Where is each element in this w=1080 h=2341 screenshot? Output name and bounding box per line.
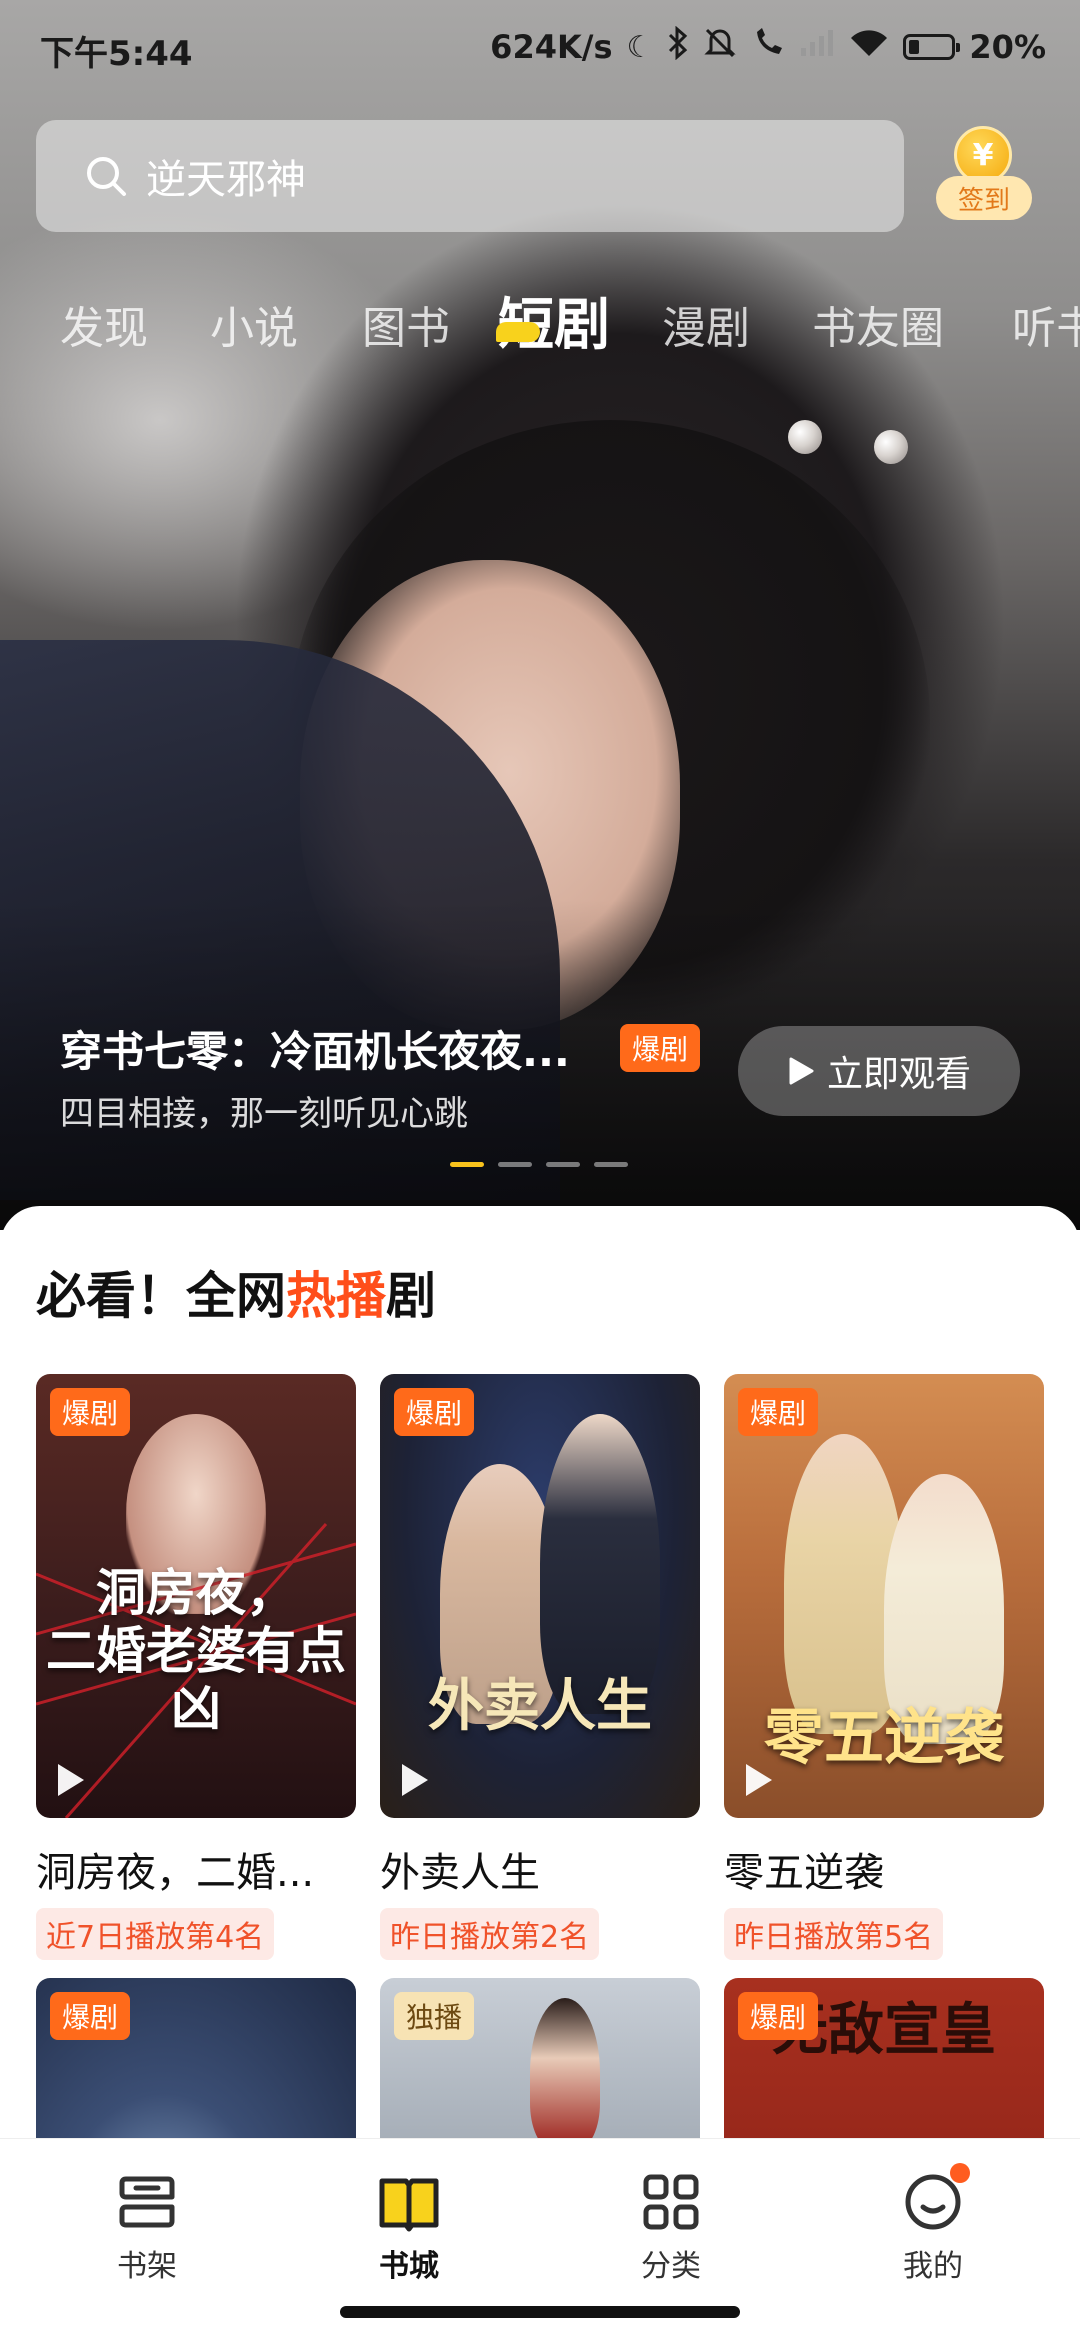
drama-rank: 昨日播放第5名 xyxy=(724,1908,944,1960)
cover-title: 外卖人生 xyxy=(428,1673,652,1739)
notification-dot xyxy=(950,2163,970,2183)
drama-cover[interactable]: 洞房夜， 二婚老婆有点凶 爆剧 xyxy=(36,1374,356,1818)
home-indicator[interactable] xyxy=(340,2306,740,2318)
mute-icon xyxy=(703,26,737,68)
cover-figure xyxy=(530,1998,600,2148)
drama-badge: 独播 xyxy=(394,1992,475,2040)
play-icon xyxy=(402,1764,428,1796)
drama-cover[interactable]: 零五逆袭 爆剧 xyxy=(724,1374,1044,1818)
drama-badge: 爆剧 xyxy=(394,1388,475,1436)
play-icon xyxy=(789,1057,814,1085)
drama-badge: 爆剧 xyxy=(738,1992,819,2040)
play-icon xyxy=(58,1764,84,1796)
status-bar: 下午5:44 624K/s ☾ 20% xyxy=(0,0,1080,96)
status-time: 下午5:44 xyxy=(40,34,193,74)
search-placeholder: 逆天邪神 xyxy=(146,157,306,203)
section-title-hot: 热播 xyxy=(286,1267,386,1325)
drama-rank: 近7日播放第4名 xyxy=(36,1908,275,1960)
nav-label: 书架 xyxy=(117,2249,177,2284)
hero-subtitle: 四目相接，那一刻听见心跳 xyxy=(60,1094,468,1134)
section-title: 必看！全网热播剧 xyxy=(36,1256,436,1328)
watch-now-label: 立即观看 xyxy=(826,1054,971,1095)
carousel-dot xyxy=(498,1162,532,1167)
nav-profile[interactable]: 我的 xyxy=(858,2163,1008,2285)
carousel-indicator xyxy=(450,1162,628,1167)
hero-title: 穿书七零：冷面机长夜夜... xyxy=(60,1027,570,1076)
cover-title: 洞房夜， 二婚老婆有点凶 xyxy=(46,1563,346,1737)
carousel-dot xyxy=(450,1162,484,1167)
call-icon xyxy=(751,26,785,68)
category-tabs: 发现 小说 图书 短剧 漫剧 书友圈 听书 xyxy=(0,280,1080,360)
nav-label: 书城 xyxy=(379,2249,439,2284)
nav-bookshelf[interactable]: 书架 xyxy=(72,2169,222,2285)
active-tab-indicator xyxy=(496,322,540,342)
book-open-icon xyxy=(379,2178,439,2232)
tab-book-circle[interactable]: 书友圈 xyxy=(812,292,944,356)
drama-rank: 昨日播放第2名 xyxy=(380,1908,600,1960)
search-icon xyxy=(87,157,126,196)
watch-now-button[interactable]: 立即观看 xyxy=(738,1026,1020,1116)
drama-title: 洞房夜，二婚... xyxy=(36,1850,315,1896)
tab-audiobook[interactable]: 听书 xyxy=(1012,292,1080,356)
carousel-dot xyxy=(546,1162,580,1167)
bluetooth-icon xyxy=(667,25,689,68)
pearl-ornament xyxy=(874,430,908,464)
nav-label: 我的 xyxy=(903,2249,963,2284)
drama-title: 外卖人生 xyxy=(380,1850,540,1896)
drama-badge: 爆剧 xyxy=(50,1992,131,2040)
drama-card[interactable]: 洞房夜， 二婚老婆有点凶 爆剧 洞房夜，二婚... 近7日播放第4名 xyxy=(36,1374,356,1960)
signal-icon xyxy=(799,28,835,66)
nav-label: 分类 xyxy=(641,2249,701,2284)
drama-card[interactable]: 零五逆袭 爆剧 零五逆袭 昨日播放第5名 xyxy=(724,1374,1044,1960)
play-icon xyxy=(746,1764,772,1796)
tab-comic-drama[interactable]: 漫剧 xyxy=(662,292,750,356)
drama-title: 零五逆袭 xyxy=(724,1850,884,1896)
net-speed: 624K/s xyxy=(490,28,613,66)
drama-badge: 爆剧 xyxy=(738,1388,819,1436)
tab-short-drama[interactable]: 短剧 xyxy=(498,280,610,361)
grid-icon xyxy=(643,2174,699,2230)
search-bar[interactable]: 逆天邪神 xyxy=(36,120,904,232)
bookshelf-icon xyxy=(119,2176,175,2228)
section-title-pre: 必看！全网 xyxy=(36,1267,286,1325)
nav-bookstore[interactable]: 书城 xyxy=(334,2169,484,2285)
drama-card[interactable]: 外卖人生 爆剧 外卖人生 昨日播放第2名 xyxy=(380,1374,700,1960)
cover-figure xyxy=(540,1414,660,1714)
nav-category[interactable]: 分类 xyxy=(596,2169,746,2285)
pearl-ornament xyxy=(788,420,822,454)
drama-cover[interactable]: 外卖人生 爆剧 xyxy=(380,1374,700,1818)
battery-icon xyxy=(903,34,961,60)
battery-level: 20% xyxy=(969,28,1046,66)
cover-title: 零五逆袭 xyxy=(764,1703,1004,1773)
tab-books[interactable]: 图书 xyxy=(362,292,450,356)
carousel-dot xyxy=(594,1162,628,1167)
tab-discover[interactable]: 发现 xyxy=(60,292,148,356)
tab-novel[interactable]: 小说 xyxy=(210,292,298,356)
drama-badge: 爆剧 xyxy=(50,1388,131,1436)
moon-icon: ☾ xyxy=(626,29,654,65)
hero-tag: 爆剧 xyxy=(620,1024,701,1072)
section-title-post: 剧 xyxy=(386,1267,436,1325)
wifi-icon xyxy=(849,28,889,66)
sign-in-button[interactable]: ¥ 签到 xyxy=(936,126,1032,228)
sign-in-label: 签到 xyxy=(936,176,1032,220)
